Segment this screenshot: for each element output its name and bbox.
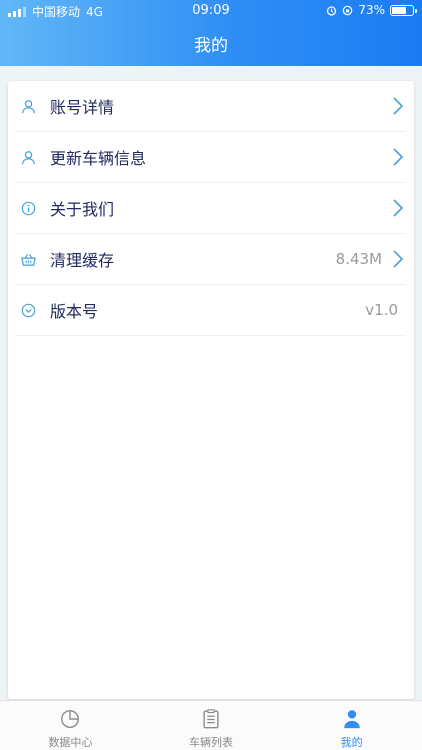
tab-label: 我的	[340, 736, 363, 749]
menu-item-label: 关于我们	[50, 200, 115, 219]
orientation-lock-icon	[343, 5, 353, 15]
battery-text: 73%	[358, 3, 385, 17]
info-icon	[20, 200, 36, 216]
menu-item-label: 版本号	[50, 302, 99, 321]
clipboard-list-icon	[203, 709, 219, 729]
app-header: 中国移动 4G 09:09 73% 我的	[0, 0, 422, 66]
tab-mine[interactable]: 我的	[281, 701, 422, 750]
settings-card: 账号详情 更新车辆信息 关于我们 清理缓存 8.43M 版本号 v1.0	[8, 81, 414, 699]
battery-icon	[390, 4, 417, 16]
basket-icon	[20, 251, 36, 267]
menu-item-about-us[interactable]: 关于我们	[16, 183, 406, 234]
chevron-circle-icon	[20, 302, 36, 318]
tab-label: 车辆列表	[189, 736, 233, 749]
chevron-right-icon	[390, 197, 406, 219]
user-icon	[20, 98, 36, 114]
status-right: 73%	[326, 3, 417, 17]
alarm-icon	[327, 5, 337, 16]
menu-item-clear-cache[interactable]: 清理缓存 8.43M	[16, 234, 406, 285]
pie-chart-icon	[61, 710, 80, 728]
page-title: 我的	[194, 36, 228, 56]
version-value: v1.0	[365, 301, 398, 319]
cache-size-value: 8.43M	[335, 250, 382, 268]
menu-item-label: 更新车辆信息	[50, 149, 147, 168]
menu-item-account-details[interactable]: 账号详情	[16, 81, 406, 132]
user-icon	[20, 149, 36, 165]
tab-label: 数据中心	[48, 736, 93, 749]
menu-item-label: 清理缓存	[50, 251, 115, 270]
menu-item-update-vehicle-info[interactable]: 更新车辆信息	[16, 132, 406, 183]
person-icon	[343, 710, 360, 729]
chevron-right-icon	[390, 146, 406, 168]
tab-vehicle-list[interactable]: 车辆列表	[141, 701, 282, 750]
chevron-right-icon	[390, 248, 406, 270]
menu-item-version: 版本号 v1.0	[16, 285, 406, 336]
bottom-tab-bar: 数据中心 车辆列表 我的	[0, 700, 422, 750]
status-bar: 中国移动 4G 09:09 73%	[0, 0, 422, 22]
chevron-right-icon	[390, 95, 406, 117]
tab-data-center[interactable]: 数据中心	[0, 701, 141, 750]
menu-item-label: 账号详情	[50, 98, 115, 117]
